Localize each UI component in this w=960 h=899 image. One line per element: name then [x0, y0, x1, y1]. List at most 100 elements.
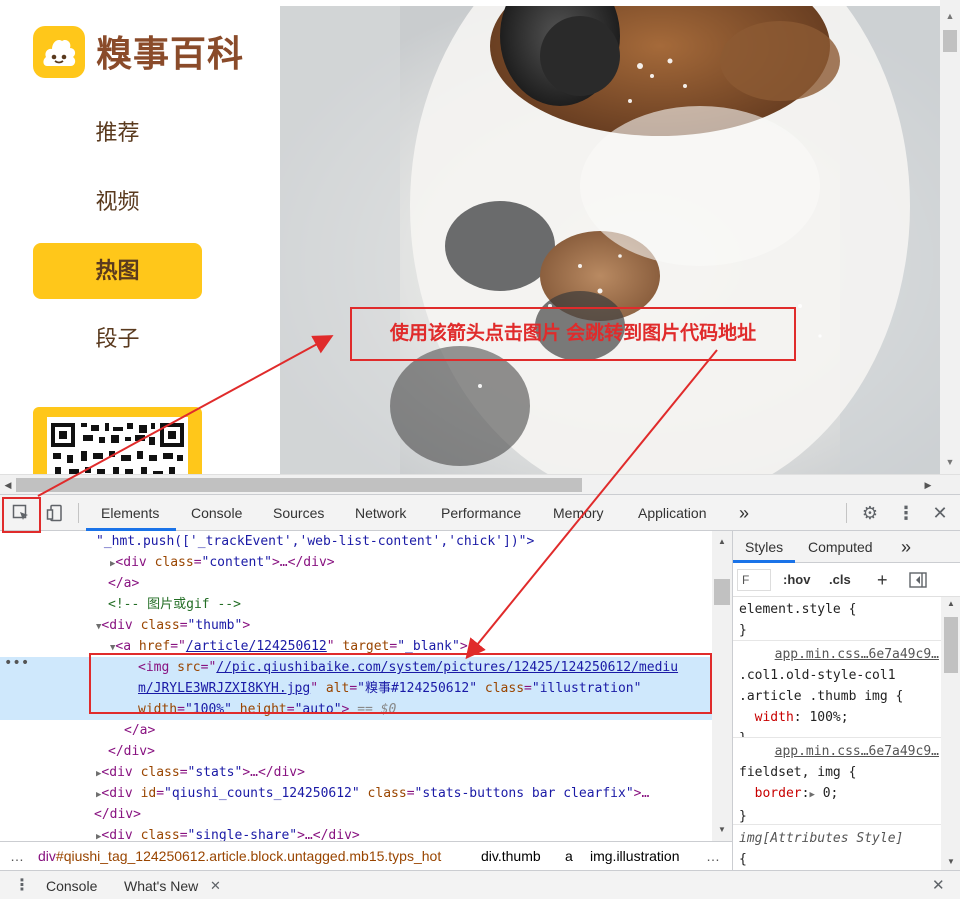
styles-scrollbar[interactable]: ▲ ▼: [941, 597, 960, 870]
styles-pane: Styles Computed » F :hov .cls + element.…: [732, 531, 960, 870]
dom-line[interactable]: "_hmt.push(['_trackEvent','web-list-cont…: [0, 531, 712, 552]
tab-performance[interactable]: Performance: [441, 495, 521, 531]
styles-filter-input[interactable]: F: [737, 569, 771, 591]
dom-line[interactable]: </div>: [0, 804, 712, 825]
css-property-name[interactable]: border: [755, 786, 802, 801]
scroll-right-icon[interactable]: ▶: [920, 475, 936, 495]
tab-network[interactable]: Network: [355, 495, 406, 531]
nav-item-video[interactable]: 视频: [33, 174, 202, 230]
dom-line[interactable]: ▼<div class="thumb">: [0, 615, 712, 636]
tag-text: </div>: [108, 744, 155, 759]
attr-value-text: "thumb": [187, 618, 243, 633]
dom-line[interactable]: <!-- 图片或gif -->: [0, 594, 712, 615]
elements-scrollbar[interactable]: ▲ ▼: [712, 531, 732, 841]
tag-text: >…</div>: [297, 828, 360, 841]
page-horizontal-scroll-thumb[interactable]: [16, 478, 582, 492]
scroll-left-icon[interactable]: ◀: [0, 475, 16, 495]
tab-console[interactable]: Console: [191, 495, 242, 531]
attr-name-text: class: [140, 828, 180, 841]
breadcrumb-anchor[interactable]: a: [565, 842, 573, 870]
toolbar-divider: [846, 503, 847, 523]
style-rule-thumb-img[interactable]: app.min.css…6e7a49c9… .col1.old-style-col…: [733, 642, 941, 738]
hot-image-photo[interactable]: [280, 6, 940, 474]
style-rule-fieldset-img[interactable]: app.min.css…6e7a49c9… fieldset, img { bor…: [733, 739, 941, 825]
breadcrumb-img[interactable]: img.illustration: [590, 842, 679, 870]
css-property-name[interactable]: width: [755, 710, 794, 725]
tab-styles[interactable]: Styles: [745, 531, 783, 563]
gear-icon[interactable]: ⚙: [855, 499, 885, 527]
scroll-down-icon[interactable]: ▼: [941, 855, 960, 869]
dom-line[interactable]: </div>: [0, 741, 712, 762]
inspect-button-highlight: [2, 497, 41, 533]
scroll-down-icon[interactable]: ▼: [712, 823, 732, 837]
nav-item-hot-images[interactable]: 热图: [33, 243, 202, 299]
breadcrumb-thumb-div[interactable]: div.thumb: [481, 842, 541, 870]
close-tab-icon[interactable]: ✕: [210, 871, 221, 899]
expand-triangle-icon[interactable]: ▶: [809, 790, 814, 800]
style-rule-attributes[interactable]: img[Attributes Style] {: [733, 826, 941, 870]
tag-text: <a: [115, 639, 132, 654]
class-toggle[interactable]: .cls: [829, 563, 851, 597]
nav-item-recommend[interactable]: 推荐: [33, 105, 202, 161]
site-sidebar: 糗事百科 推荐 视频 热图 段子: [0, 0, 280, 476]
more-tabs-icon[interactable]: »: [739, 495, 749, 531]
breadcrumb-overflow-right[interactable]: …: [706, 842, 720, 870]
elements-tree[interactable]: "_hmt.push(['_trackEvent','web-list-cont…: [0, 531, 732, 841]
breadcrumb-article-div[interactable]: div#qiushi_tag_124250612.article.block.u…: [38, 842, 441, 870]
tag-text: </a>: [124, 723, 156, 738]
rule-close-text: }: [739, 623, 747, 638]
tab-elements[interactable]: Elements: [101, 495, 159, 531]
nav-item-jokes[interactable]: 段子: [33, 311, 202, 367]
dom-line[interactable]: ▶<div class="content">…</div>: [0, 552, 712, 573]
devtools-tab-bar: Elements Console Sources Network Perform…: [0, 495, 960, 531]
attr-name-text: class: [140, 618, 180, 633]
tab-application[interactable]: Application: [638, 495, 707, 531]
kebab-menu-icon[interactable]: ⋮: [891, 499, 921, 527]
page-vertical-scrollbar[interactable]: ▲ ▼: [940, 0, 960, 476]
web-page: 糗事百科 推荐 视频 热图 段子 ▲ ▼ 使用该箭头点击图片 会跳转到图片代码地…: [0, 0, 960, 476]
drawer-tab-console[interactable]: Console: [46, 871, 97, 899]
css-property-value[interactable]: 100%;: [809, 710, 848, 725]
href-link[interactable]: /article/124250612: [186, 639, 327, 654]
rule-source-link[interactable]: app.min.css…6e7a49c9…: [739, 644, 941, 665]
logo-icon[interactable]: [33, 26, 85, 78]
tab-memory[interactable]: Memory: [553, 495, 604, 531]
dom-line[interactable]: </a>: [0, 573, 712, 594]
logo-wordmark[interactable]: 糗事百科: [96, 26, 244, 82]
drawer-tab-whats-new[interactable]: What's New: [124, 871, 198, 899]
style-rule-element[interactable]: element.style { }: [733, 597, 941, 641]
dom-line[interactable]: </a>: [0, 720, 712, 741]
qr-code-panel: [33, 407, 202, 476]
css-property-value[interactable]: 0;: [823, 786, 839, 801]
scroll-up-icon[interactable]: ▲: [940, 8, 960, 24]
tab-computed[interactable]: Computed: [808, 531, 873, 563]
breadcrumb-overflow[interactable]: …: [10, 842, 24, 870]
page-vertical-scroll-thumb[interactable]: [943, 30, 957, 52]
device-toolbar-icon[interactable]: [40, 499, 70, 527]
toggle-sidebar-icon[interactable]: [909, 563, 927, 597]
close-drawer-icon[interactable]: ✕: [932, 871, 945, 899]
rule-selector-text: element.style {: [739, 602, 857, 617]
tag-text: <div: [101, 618, 133, 633]
node-actions-ellipsis-icon[interactable]: •••: [4, 655, 29, 671]
attr-value-text: "_blank": [397, 639, 460, 654]
scroll-up-icon[interactable]: ▲: [712, 535, 732, 549]
dom-line[interactable]: ▶<div id="qiushi_counts_124250612" class…: [0, 783, 712, 804]
hover-state-toggle[interactable]: :hov: [783, 563, 810, 597]
styles-scroll-thumb[interactable]: [944, 617, 958, 673]
dom-line[interactable]: ▶<div class="stats">…</div>: [0, 762, 712, 783]
tag-text: >…: [633, 786, 650, 801]
add-rule-icon[interactable]: +: [877, 563, 888, 597]
drawer-menu-icon[interactable]: ⋮: [14, 871, 30, 899]
scroll-up-icon[interactable]: ▲: [941, 597, 960, 611]
elements-scroll-thumb[interactable]: [714, 579, 730, 605]
crumb-tag-text: div: [38, 848, 56, 864]
scroll-down-icon[interactable]: ▼: [940, 454, 960, 470]
close-icon[interactable]: ✕: [925, 499, 955, 527]
rule-source-link[interactable]: app.min.css…6e7a49c9…: [739, 741, 941, 762]
more-panes-icon[interactable]: »: [901, 531, 911, 563]
devtools-drawer: ⋮ Console What's New ✕ ✕: [0, 870, 960, 899]
page-horizontal-scrollbar[interactable]: ◀ ▶: [0, 474, 960, 494]
dom-line[interactable]: ▶<div class="single-share">…</div>: [0, 825, 712, 841]
tab-sources[interactable]: Sources: [273, 495, 324, 531]
